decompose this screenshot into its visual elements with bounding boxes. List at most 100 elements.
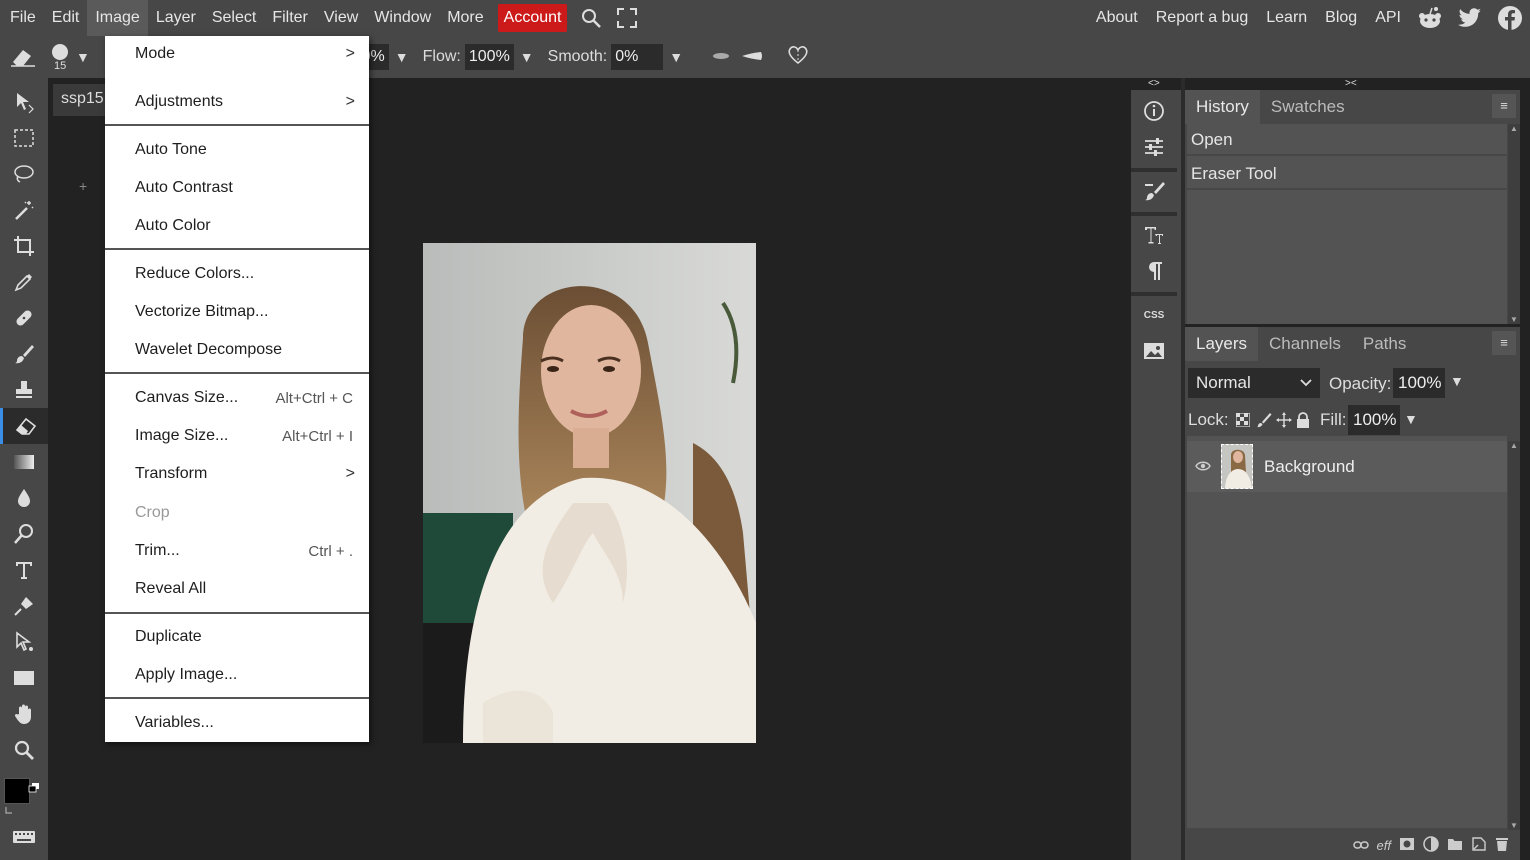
history-panel-menu-icon[interactable]: ≡ bbox=[1492, 94, 1516, 118]
brush-settings-icon[interactable] bbox=[1131, 174, 1177, 208]
twitter-icon[interactable] bbox=[1450, 0, 1490, 36]
menu-item-canvas-size[interactable]: Canvas Size... Alt+Ctrl + C bbox=[105, 380, 369, 416]
menu-report-bug[interactable]: Report a bug bbox=[1147, 0, 1258, 36]
menu-filter[interactable]: Filter bbox=[264, 0, 316, 36]
collapse-panels-icon[interactable]: >< bbox=[1345, 78, 1357, 89]
eraser-preset-icon[interactable] bbox=[0, 46, 46, 68]
menu-item-auto-tone[interactable]: Auto Tone bbox=[105, 132, 369, 168]
flow-dropdown-icon[interactable]: ▼ bbox=[520, 49, 534, 65]
document-tab[interactable]: ssp15 bbox=[53, 84, 113, 116]
brush-size-dropdown-icon[interactable]: ▼ bbox=[76, 49, 90, 65]
menu-item-transform[interactable]: Transform > bbox=[105, 456, 369, 492]
eraser-tool-icon[interactable] bbox=[0, 408, 48, 444]
brush-tool-icon[interactable] bbox=[0, 336, 48, 372]
opacity-dropdown-icon[interactable]: ▼ bbox=[1450, 373, 1464, 389]
expand-icon-column-icon[interactable]: <> bbox=[1148, 78, 1160, 89]
pressure-opacity-icon[interactable] bbox=[741, 48, 763, 66]
eyedropper-tool-icon[interactable] bbox=[0, 264, 48, 300]
adjustments-icon[interactable] bbox=[1131, 130, 1177, 164]
dodge-tool-icon[interactable] bbox=[0, 516, 48, 552]
add-mask-icon[interactable] bbox=[1399, 837, 1415, 854]
canvas-photo[interactable] bbox=[423, 243, 756, 743]
menu-api[interactable]: API bbox=[1366, 0, 1410, 36]
delete-layer-icon[interactable] bbox=[1495, 836, 1509, 855]
menu-item-duplicate[interactable]: Duplicate bbox=[105, 619, 369, 655]
history-item[interactable]: Open bbox=[1187, 124, 1507, 156]
link-layers-icon[interactable] bbox=[1352, 838, 1369, 853]
rectangle-tool-icon[interactable] bbox=[0, 660, 48, 696]
search-icon[interactable] bbox=[573, 0, 609, 36]
pen-tool-icon[interactable] bbox=[0, 588, 48, 624]
tab-swatches[interactable]: Swatches bbox=[1260, 90, 1356, 124]
move-tool-icon[interactable] bbox=[0, 84, 48, 120]
stamp-tool-icon[interactable] bbox=[0, 372, 48, 408]
tab-paths[interactable]: Paths bbox=[1352, 327, 1417, 361]
pressure-size-icon[interactable] bbox=[711, 48, 731, 66]
menu-layer[interactable]: Layer bbox=[148, 0, 204, 36]
smooth-value[interactable]: 0% bbox=[611, 44, 664, 70]
blur-tool-icon[interactable] bbox=[0, 480, 48, 516]
default-colors-icon[interactable] bbox=[28, 780, 40, 793]
image-icon[interactable] bbox=[1131, 334, 1177, 368]
history-item[interactable]: Eraser Tool bbox=[1187, 158, 1507, 190]
menu-item-reveal-all[interactable]: Reveal All bbox=[105, 571, 369, 607]
character-icon[interactable] bbox=[1131, 218, 1177, 252]
crop-tool-icon[interactable] bbox=[0, 228, 48, 264]
menu-item-image-size[interactable]: Image Size... Alt+Ctrl + I bbox=[105, 418, 369, 454]
menu-learn[interactable]: Learn bbox=[1257, 0, 1316, 36]
path-select-tool-icon[interactable] bbox=[0, 624, 48, 660]
adjustment-layer-icon[interactable] bbox=[1423, 835, 1439, 855]
swap-colors-icon[interactable] bbox=[4, 804, 16, 822]
menu-edit[interactable]: Edit bbox=[44, 0, 88, 36]
menu-view[interactable]: View bbox=[316, 0, 366, 36]
history-scrollbar[interactable]: ▲ ▼ bbox=[1508, 124, 1520, 324]
magic-wand-tool-icon[interactable] bbox=[0, 192, 48, 228]
layer-opacity-value[interactable]: 100% bbox=[1393, 368, 1445, 398]
menu-item-mode[interactable]: Mode > bbox=[105, 36, 369, 72]
lock-position-icon[interactable] bbox=[1276, 412, 1292, 433]
smooth-dropdown-icon[interactable]: ▼ bbox=[669, 49, 683, 65]
blend-mode-select[interactable]: Normal bbox=[1188, 368, 1320, 398]
brush-size-picker[interactable]: 15 bbox=[46, 40, 74, 74]
layer-row[interactable]: Background bbox=[1187, 441, 1507, 492]
menu-item-auto-color[interactable]: Auto Color bbox=[105, 208, 369, 244]
fill-dropdown-icon[interactable]: ▼ bbox=[1404, 411, 1418, 427]
opacity-dropdown-icon[interactable]: ▼ bbox=[395, 49, 409, 65]
paragraph-icon[interactable] bbox=[1131, 254, 1177, 288]
layers-scrollbar[interactable]: ▲ ▼ bbox=[1508, 441, 1520, 830]
lock-all-icon[interactable] bbox=[1296, 412, 1310, 433]
css-icon[interactable]: CSS bbox=[1131, 298, 1177, 332]
tab-layers[interactable]: Layers bbox=[1185, 327, 1259, 361]
marquee-tool-icon[interactable] bbox=[0, 120, 48, 156]
lock-pixels-icon[interactable] bbox=[1256, 412, 1272, 433]
foreground-color-swatch[interactable] bbox=[4, 778, 30, 804]
tab-history[interactable]: History bbox=[1185, 90, 1260, 124]
new-layer-icon[interactable] bbox=[1471, 836, 1487, 855]
menu-file[interactable]: File bbox=[0, 0, 44, 36]
keyboard-icon[interactable] bbox=[12, 830, 36, 849]
menu-item-trim[interactable]: Trim... Ctrl + . bbox=[105, 533, 369, 569]
lock-transparency-icon[interactable] bbox=[1235, 412, 1251, 432]
gradient-tool-icon[interactable] bbox=[0, 444, 48, 480]
menu-item-vectorize-bitmap[interactable]: Vectorize Bitmap... bbox=[105, 294, 369, 330]
new-group-icon[interactable] bbox=[1447, 837, 1463, 854]
menu-window[interactable]: Window bbox=[366, 0, 439, 36]
menu-select[interactable]: Select bbox=[204, 0, 264, 36]
hand-tool-icon[interactable] bbox=[0, 696, 48, 732]
layer-name[interactable]: Background bbox=[1264, 441, 1355, 492]
reddit-icon[interactable] bbox=[1410, 0, 1450, 36]
info-icon[interactable] bbox=[1131, 94, 1177, 128]
tab-channels[interactable]: Channels bbox=[1258, 327, 1352, 361]
menu-image[interactable]: Image bbox=[87, 0, 148, 36]
menu-item-auto-contrast[interactable]: Auto Contrast bbox=[105, 170, 369, 206]
flow-value[interactable]: 100% bbox=[464, 44, 514, 70]
account-button[interactable]: Account bbox=[497, 4, 568, 32]
symmetry-heart-icon[interactable] bbox=[787, 45, 809, 70]
eye-icon[interactable] bbox=[1195, 459, 1211, 477]
menu-item-adjustments[interactable]: Adjustments > bbox=[105, 84, 369, 120]
type-tool-icon[interactable] bbox=[0, 552, 48, 588]
menu-item-variables[interactable]: Variables... bbox=[105, 705, 369, 741]
menu-item-wavelet-decompose[interactable]: Wavelet Decompose bbox=[105, 332, 369, 368]
menu-more[interactable]: More bbox=[439, 0, 491, 36]
facebook-icon[interactable] bbox=[1490, 0, 1530, 36]
